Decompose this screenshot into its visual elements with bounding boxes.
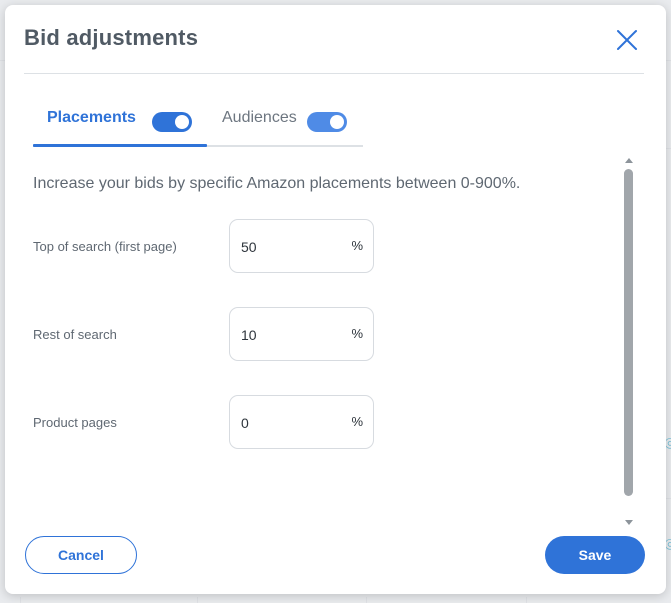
header-divider xyxy=(24,73,644,74)
background-divider xyxy=(666,148,671,149)
row-label-product-pages: Product pages xyxy=(33,415,117,430)
vertical-scrollbar[interactable] xyxy=(622,155,636,527)
modal-title: Bid adjustments xyxy=(24,25,199,50)
tab-audiences[interactable]: Audiences xyxy=(207,101,363,147)
rest-of-search-field: % xyxy=(229,307,374,361)
close-icon[interactable] xyxy=(614,27,640,53)
background-divider xyxy=(526,597,527,603)
percent-unit: % xyxy=(351,414,363,429)
background-divider xyxy=(666,60,671,61)
save-button[interactable]: Save xyxy=(545,536,645,574)
scroll-up-arrow-icon[interactable] xyxy=(625,158,633,163)
product-pages-input[interactable] xyxy=(241,413,341,433)
scroll-down-arrow-icon[interactable] xyxy=(625,520,633,525)
rest-of-search-input[interactable] xyxy=(241,325,341,345)
scrollbar-thumb[interactable] xyxy=(624,169,633,496)
percent-unit: % xyxy=(351,326,363,341)
cancel-button[interactable]: Cancel xyxy=(25,536,137,574)
active-tab-indicator xyxy=(33,144,207,147)
top-of-search-input[interactable] xyxy=(241,237,341,257)
tab-placements[interactable]: Placements xyxy=(33,101,207,147)
row-label-top-of-search: Top of search (first page) xyxy=(33,239,177,254)
row-label-rest-of-search: Rest of search xyxy=(33,327,117,342)
background-divider xyxy=(666,498,671,499)
bid-adjustments-modal: Bid adjustments Placements Audiences Inc… xyxy=(5,5,666,594)
placements-intro: Increase your bids by specific Amazon pl… xyxy=(33,175,521,192)
audiences-toggle[interactable] xyxy=(307,112,347,132)
tab-audiences-label: Audiences xyxy=(222,109,297,126)
placements-toggle[interactable] xyxy=(152,112,192,132)
background-divider xyxy=(20,597,21,603)
tab-placements-label: Placements xyxy=(47,109,136,126)
product-pages-field: % xyxy=(229,395,374,449)
placements-panel: Increase your bids by specific Amazon pl… xyxy=(5,155,666,527)
percent-unit: % xyxy=(351,238,363,253)
background-divider xyxy=(366,597,367,603)
background-divider xyxy=(197,597,198,603)
tab-bar: Placements Audiences xyxy=(33,101,363,147)
toggle-knob xyxy=(330,115,344,129)
toggle-knob xyxy=(175,115,189,129)
top-of-search-field: % xyxy=(229,219,374,273)
